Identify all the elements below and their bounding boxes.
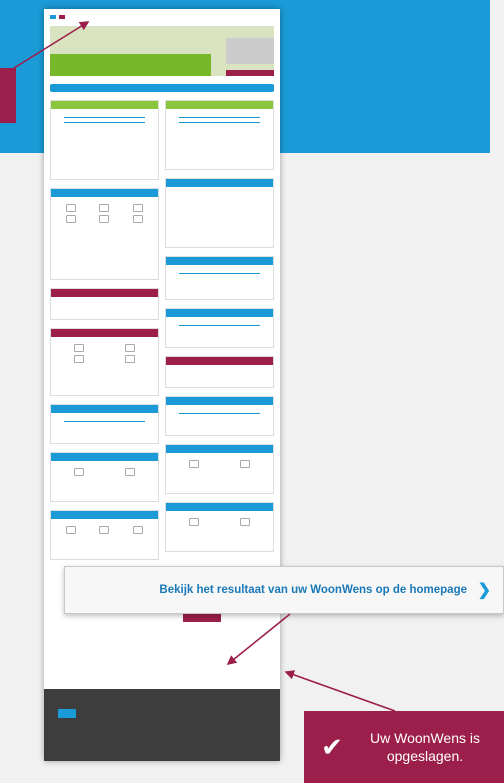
wish-card — [165, 100, 274, 170]
wish-card — [165, 396, 274, 436]
hero-green-strip — [50, 54, 212, 76]
option-icon[interactable] — [239, 518, 250, 526]
house-icon[interactable] — [65, 204, 76, 212]
wish-card — [50, 452, 159, 502]
site-footer — [44, 689, 280, 761]
hero-banner — [50, 26, 274, 76]
toast-message: Uw WoonWens is opgeslagen. — [370, 730, 480, 764]
footer-button[interactable] — [58, 709, 76, 718]
person-icon[interactable] — [74, 344, 85, 352]
house-icon[interactable] — [99, 215, 110, 223]
wish-columns — [44, 92, 280, 560]
left-column — [50, 100, 159, 560]
nav-tab-woonwens[interactable] — [59, 14, 65, 19]
saved-toast: ✔ Uw WoonWens is opgeslagen. — [304, 711, 504, 783]
nav-tab-1[interactable] — [50, 14, 56, 19]
option-icon[interactable] — [189, 518, 200, 526]
wish-card — [165, 308, 274, 348]
hero-percentage-box — [226, 38, 274, 64]
person-icon[interactable] — [124, 355, 135, 363]
option-icon[interactable] — [74, 468, 85, 476]
option-icon[interactable] — [239, 460, 250, 468]
wish-card — [165, 178, 274, 248]
option-icon[interactable] — [99, 526, 110, 534]
option-icon[interactable] — [189, 460, 200, 468]
person-icon[interactable] — [124, 344, 135, 352]
annotated-screenshot: Bekijk het resultaat van uw WoonWens op … — [0, 0, 504, 783]
house-icon[interactable] — [99, 204, 110, 212]
site-topbar — [44, 9, 280, 24]
search-bar[interactable] — [50, 84, 274, 92]
wish-card — [50, 188, 159, 280]
wish-card — [50, 288, 159, 320]
house-icon[interactable] — [133, 215, 144, 223]
banner-text[interactable]: Bekijk het resultaat van uw WoonWens op … — [159, 584, 467, 596]
option-icon[interactable] — [133, 526, 144, 534]
house-icon[interactable] — [65, 215, 76, 223]
option-icon[interactable] — [65, 526, 76, 534]
wish-card — [165, 502, 274, 552]
wish-card — [165, 356, 274, 388]
wish-card — [165, 444, 274, 494]
hero-red-strip — [226, 70, 274, 76]
wish-card — [165, 256, 274, 300]
wish-card — [50, 100, 159, 180]
option-icon[interactable] — [124, 468, 135, 476]
wish-card — [50, 510, 159, 560]
right-column — [165, 100, 274, 560]
chevron-right-icon[interactable]: ❯ — [478, 580, 491, 600]
person-icon[interactable] — [74, 355, 85, 363]
homepage-result-banner[interactable]: Bekijk het resultaat van uw WoonWens op … — [64, 566, 504, 614]
checkmark-icon: ✔ — [321, 731, 343, 762]
house-icon[interactable] — [133, 204, 144, 212]
wish-card — [50, 328, 159, 396]
left-callout-box — [0, 68, 16, 123]
website-screenshot — [44, 9, 280, 761]
wish-card — [50, 404, 159, 444]
